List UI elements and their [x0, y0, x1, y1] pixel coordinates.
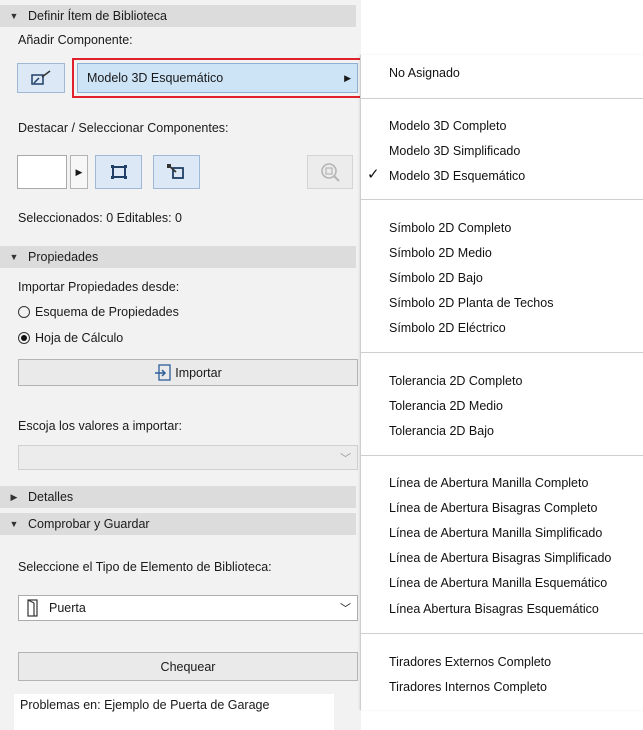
radio-schema-option[interactable]: Esquema de Propiedades [18, 305, 179, 319]
menu-item[interactable]: Línea de Abertura Manilla Esquemático [389, 576, 607, 590]
problems-text: Problemas en: Ejemplo de Puerta de Garag… [20, 698, 270, 712]
highlight-select-label: Destacar / Seleccionar Componentes: [18, 121, 229, 135]
menu-item[interactable]: Modelo 3D Completo [389, 119, 506, 133]
check-button-label: Chequear [160, 659, 216, 674]
radio-schema-label: Esquema de Propiedades [35, 305, 179, 319]
preview-dropdown-button[interactable]: ▶ [70, 155, 88, 189]
problems-box: Problemas en: Ejemplo de Puerta de Garag… [14, 694, 334, 730]
menu-item[interactable]: Línea de Abertura Bisagras Completo [389, 501, 597, 515]
menu-item[interactable]: Tiradores Externos Completo [389, 655, 551, 669]
section-title-define: Definir Ítem de Biblioteca [28, 9, 167, 23]
zoom-icon [321, 163, 340, 182]
checkmark-icon: ✓ [367, 166, 380, 183]
menu-item[interactable]: Tolerancia 2D Medio [389, 399, 503, 413]
element-type-select[interactable]: Puerta ﹀ [18, 595, 358, 621]
menu-item[interactable]: Símbolo 2D Bajo [389, 271, 483, 285]
menu-item[interactable]: Línea de Abertura Manilla Simplificado [389, 526, 602, 540]
choose-values-label: Escoja los valores a importar: [18, 419, 182, 433]
radio-sheet-option[interactable]: Hoja de Cálculo [18, 331, 123, 345]
menu-separator [361, 199, 643, 200]
section-header-define[interactable]: ▼ Definir Ítem de Biblioteca [0, 5, 356, 27]
select-corner-icon [166, 164, 184, 179]
add-component-button[interactable] [17, 63, 65, 93]
import-from-label: Importar Propiedades desde: [18, 280, 180, 294]
menu-item[interactable]: Modelo 3D Simplificado [389, 144, 520, 158]
menu-item[interactable]: Tolerancia 2D Bajo [389, 424, 494, 438]
menu-separator [361, 455, 643, 456]
component-dropdown-menu: No Asignado Modelo 3D Completo Modelo 3D… [360, 55, 643, 710]
menu-separator [361, 98, 643, 99]
menu-item[interactable]: Línea de Abertura Bisagras Simplificado [389, 551, 611, 565]
menu-item[interactable]: Tolerancia 2D Completo [389, 374, 522, 388]
component-preview-box[interactable] [17, 155, 67, 189]
menu-item[interactable]: Tiradores Internos Completo [389, 680, 547, 694]
menu-item[interactable]: Línea Abertura Bisagras Esquemático [389, 602, 599, 616]
arrow-right-icon: ▶ [75, 166, 83, 177]
menu-item-checked[interactable]: Modelo 3D Esquemático [389, 169, 525, 183]
component-combo[interactable]: Modelo 3D Esquemático ▶ [77, 63, 358, 93]
import-button[interactable]: Importar [18, 359, 358, 386]
menu-separator [361, 352, 643, 353]
menu-item[interactable]: Símbolo 2D Medio [389, 246, 492, 260]
element-type-value: Puerta [49, 601, 86, 615]
menu-separator [361, 633, 643, 634]
values-select[interactable]: ﹀ [18, 445, 358, 470]
element-type-label: Seleccione el Tipo de Elemento de Biblio… [18, 560, 272, 574]
menu-item[interactable]: Línea de Abertura Manilla Completo [389, 476, 588, 490]
combo-arrow-right-icon: ▶ [344, 72, 351, 83]
library-item-panel: ▼ Definir Ítem de Biblioteca Añadir Comp… [0, 0, 363, 730]
select-corner-button[interactable] [153, 155, 200, 189]
import-icon [155, 363, 171, 381]
collapse-triangle-icon: ▼ [9, 11, 19, 21]
door-icon [27, 599, 38, 617]
section-header-check-save[interactable]: ▼ Comprobar y Guardar [0, 513, 356, 535]
chevron-down-icon: ﹀ [340, 603, 351, 615]
section-title-properties: Propiedades [28, 250, 99, 264]
selected-status: Seleccionados: 0 Editables: 0 [18, 211, 182, 225]
radio-schema[interactable] [18, 306, 30, 318]
menu-item[interactable]: Símbolo 2D Planta de Techos [389, 296, 553, 310]
radio-sheet[interactable] [18, 332, 30, 344]
select-box-icon [110, 165, 127, 179]
chevron-down-icon: ﹀ [340, 452, 351, 465]
add-component-label: Añadir Componente: [18, 33, 133, 47]
component-edit-icon [31, 70, 51, 85]
radio-sheet-label: Hoja de Cálculo [35, 331, 124, 345]
menu-item[interactable]: Símbolo 2D Completo [389, 221, 511, 235]
expand-triangle-icon: ▶ [10, 491, 18, 502]
section-title-details: Detalles [28, 490, 74, 504]
zoom-button[interactable] [307, 155, 353, 189]
check-button[interactable]: Chequear [18, 652, 358, 681]
section-header-properties[interactable]: ▼ Propiedades [0, 246, 356, 268]
select-box-button[interactable] [95, 155, 142, 189]
menu-item[interactable]: No Asignado [389, 66, 460, 80]
collapse-triangle-icon: ▼ [9, 519, 19, 529]
section-title-check-save: Comprobar y Guardar [28, 517, 150, 531]
collapse-triangle-icon: ▼ [9, 252, 19, 262]
component-combo-value: Modelo 3D Esquemático [87, 71, 224, 85]
import-button-label: Importar [175, 365, 222, 380]
menu-item[interactable]: Símbolo 2D Eléctrico [389, 321, 506, 335]
section-header-details[interactable]: ▶ Detalles [0, 486, 356, 508]
